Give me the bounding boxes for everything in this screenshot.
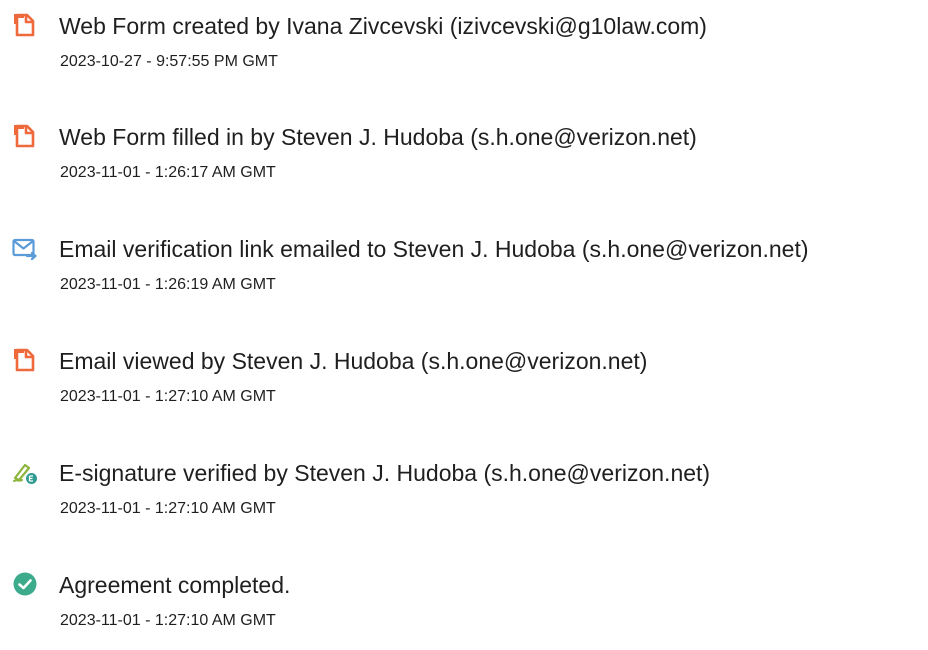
audit-event-list: Web Form created by Ivana Zivcevski (izi… (0, 0, 928, 650)
event-description: Agreement completed. (59, 572, 291, 598)
audit-event: E-signature verified by Steven J. Hudoba… (0, 447, 928, 527)
event-timestamp: 2023-11-01 - 1:27:10 AM GMT (60, 612, 276, 629)
event-description: E-signature verified by Steven J. Hudoba… (59, 460, 711, 486)
check-circle-icon (12, 571, 38, 597)
event-description: Email viewed by Steven J. Hudoba (s.h.on… (59, 348, 648, 374)
event-description: Web Form created by Ivana Zivcevski (izi… (59, 13, 707, 39)
event-timestamp: 2023-11-01 - 1:27:10 AM GMT (60, 388, 276, 405)
email-sent-icon (12, 235, 38, 261)
audit-event: Web Form filled in by Steven J. Hudoba (… (0, 111, 928, 191)
event-timestamp: 2023-10-27 - 9:57:55 PM GMT (60, 53, 278, 70)
event-description: Web Form filled in by Steven J. Hudoba (… (59, 124, 697, 150)
e-signature-icon (12, 459, 38, 485)
document-icon (12, 123, 38, 149)
audit-event: Web Form created by Ivana Zivcevski (izi… (0, 0, 928, 80)
event-timestamp: 2023-11-01 - 1:26:17 AM GMT (60, 164, 276, 181)
audit-event: Email viewed by Steven J. Hudoba (s.h.on… (0, 335, 928, 415)
document-icon (12, 347, 38, 373)
event-timestamp: 2023-11-01 - 1:27:10 AM GMT (60, 500, 276, 517)
event-timestamp: 2023-11-01 - 1:26:19 AM GMT (60, 276, 276, 293)
document-icon (12, 12, 38, 38)
event-description: Email verification link emailed to Steve… (59, 236, 809, 262)
audit-event: Agreement completed. 2023-11-01 - 1:27:1… (0, 559, 928, 639)
audit-event: Email verification link emailed to Steve… (0, 223, 928, 303)
